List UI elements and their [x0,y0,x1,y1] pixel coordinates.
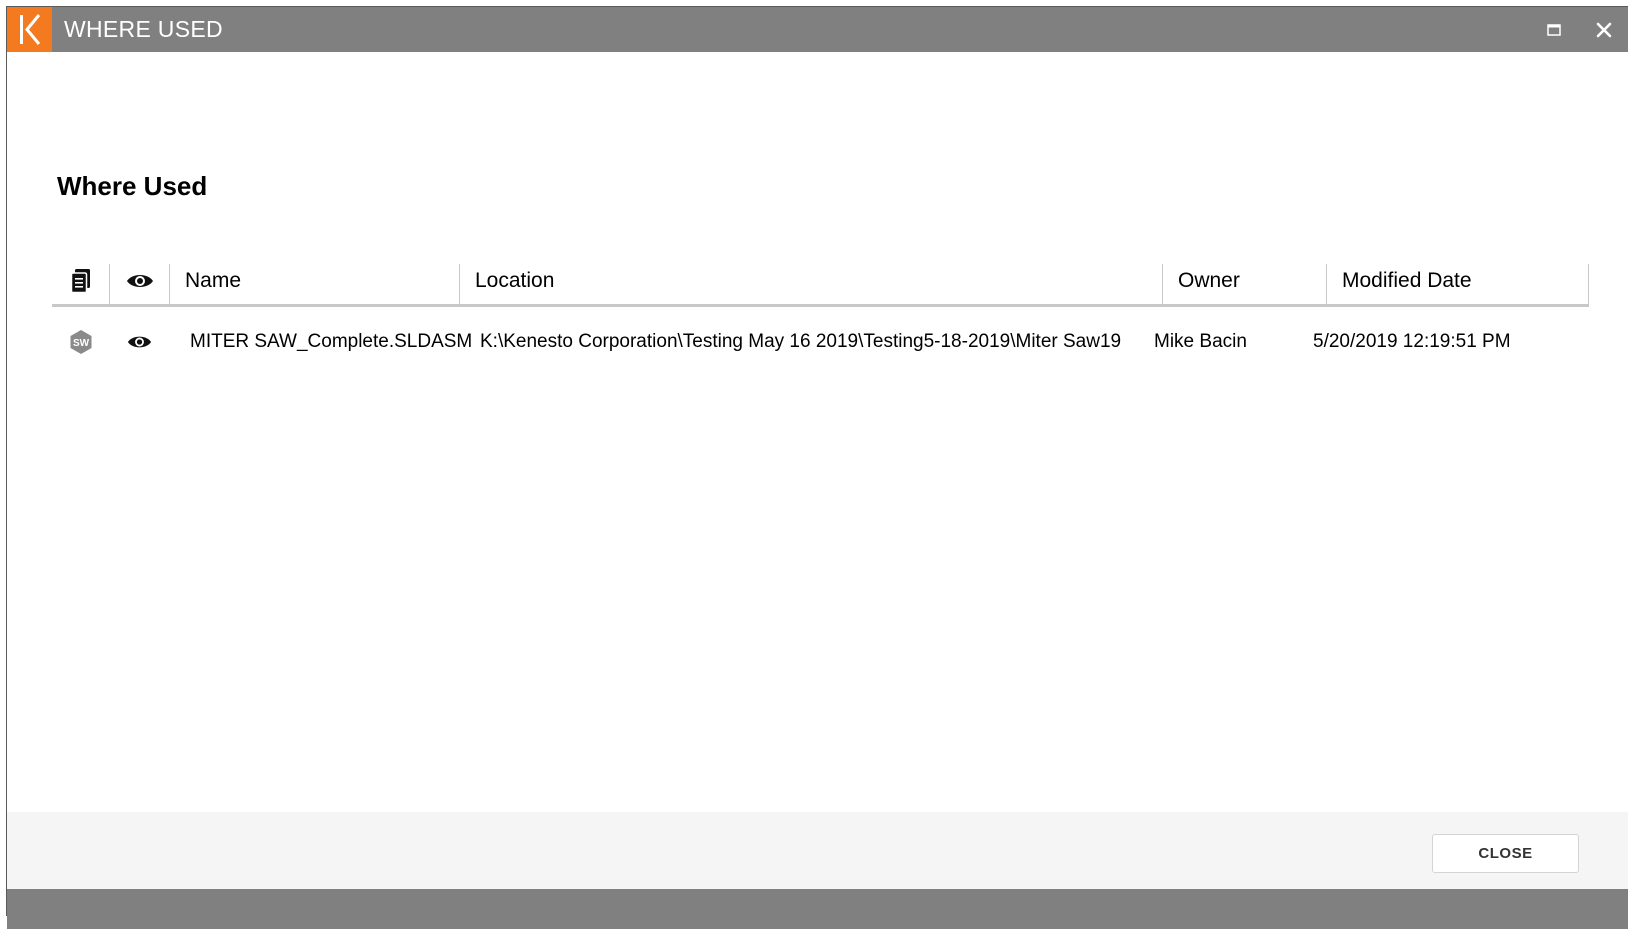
dialog-footer: CLOSE [7,812,1628,889]
column-header-name[interactable]: Name [170,258,459,304]
maximize-button[interactable] [1532,7,1576,52]
document-icon [70,269,90,294]
solidworks-icon: SW [70,330,91,354]
preview-button[interactable] [110,307,169,377]
column-header-modified-date[interactable]: Modified Date [1327,258,1567,304]
table-header: Name Location Owner Modified Date [52,258,1589,307]
file-type-cell: SW [52,307,109,377]
close-icon [1596,22,1612,37]
maximize-icon [1547,23,1561,36]
table-row[interactable]: SW MITER SAW_Complete.SLDASM K:\Kenesto … [52,307,1589,377]
modified-date-cell: 5/20/2019 12:19:51 PM [1313,331,1511,352]
svg-text:SW: SW [72,338,89,349]
owner-text: Mike Bacin [1154,331,1247,352]
k-logo-icon [20,14,41,45]
column-header-preview[interactable] [110,258,169,304]
close-button[interactable]: CLOSE [1432,834,1579,873]
eye-icon [126,275,153,287]
owner-cell: Mike Bacin [1154,307,1321,377]
kenesto-logo [7,7,52,52]
page-title: Where Used [57,171,208,201]
bottom-bar [7,889,1628,929]
title-bar[interactable]: WHERE USED [7,7,1628,52]
column-header-type[interactable] [52,258,109,304]
where-used-dialog: WHERE USED Where Used Name Location Owne… [6,6,1628,929]
location-cell: K:\Kenesto Corporation\Testing May 16 20… [480,331,1122,352]
window-close-button[interactable] [1582,7,1626,52]
where-used-table: Name Location Owner Modified Date SW MIT… [52,258,1589,377]
column-header-owner[interactable]: Owner [1163,258,1326,304]
column-divider[interactable] [1588,264,1589,304]
column-header-location[interactable]: Location [460,258,1162,304]
window-title: WHERE USED [64,16,223,42]
eye-icon [127,336,152,348]
name-cell: MITER SAW_Complete.SLDASM [190,331,473,352]
